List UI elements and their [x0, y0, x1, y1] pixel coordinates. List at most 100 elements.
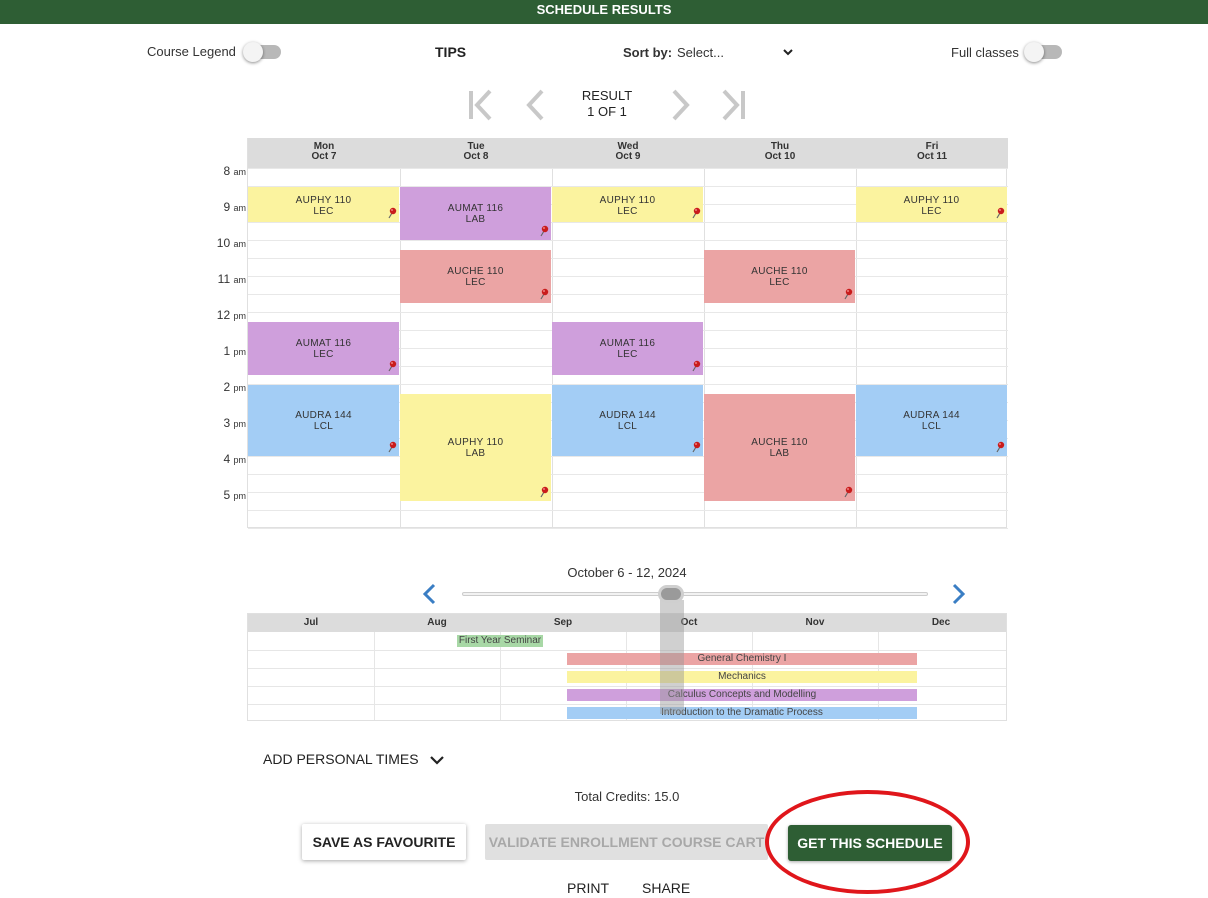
event-block[interactable]: AUPHY 110 LAB: [400, 394, 551, 501]
tips-link[interactable]: TIPS: [435, 44, 466, 60]
full-classes-toggle[interactable]: [1024, 42, 1062, 62]
pushpin-icon[interactable]: [995, 207, 1005, 219]
validate-enrollment-cart-button[interactable]: VALIDATE ENROLLMENT COURSE CART: [485, 824, 768, 860]
result-counter: RESULT 1 OF 1: [560, 88, 654, 120]
event-block[interactable]: AUPHY 110 LEC: [856, 187, 1007, 222]
timeline-course-bar[interactable]: Mechanics: [567, 671, 917, 683]
event-block[interactable]: AUDRA 144 LCL: [552, 385, 703, 456]
print-link[interactable]: PRINT: [567, 880, 609, 896]
grid-line: [248, 258, 1008, 259]
previous-result-button[interactable]: [520, 87, 552, 123]
hour-label: 5 pm: [223, 488, 246, 502]
week-slider-thumb[interactable]: [658, 585, 684, 603]
event-block[interactable]: AUMAT 116 LAB: [400, 187, 551, 240]
next-result-button[interactable]: [664, 87, 696, 123]
pushpin-icon[interactable]: [691, 441, 701, 453]
timeline-row-divider: [248, 686, 1006, 687]
timeline-course-bar[interactable]: Introduction to the Dramatic Process: [567, 707, 917, 719]
course-legend-toggle[interactable]: [243, 42, 281, 62]
pushpin-icon[interactable]: [691, 207, 701, 219]
event-block[interactable]: AUDRA 144 LCL: [856, 385, 1007, 456]
last-page-icon: [722, 89, 745, 121]
next-week-button[interactable]: [948, 582, 968, 606]
day-header-mon: Mon Oct 7: [311, 141, 337, 162]
pushpin-icon[interactable]: [843, 288, 853, 300]
hour-label: 8 am: [223, 164, 246, 178]
grid-line: [248, 492, 1008, 493]
previous-week-button[interactable]: [420, 582, 440, 606]
hour-label: 1 pm: [223, 344, 246, 358]
event-block[interactable]: AUMAT 116 LEC: [552, 322, 703, 375]
page-header: SCHEDULE RESULTS: [0, 0, 1208, 24]
full-classes-label: Full classes: [951, 45, 1019, 60]
pushpin-icon[interactable]: [387, 207, 397, 219]
day-header-tue: Tue Oct 8: [463, 141, 489, 162]
chevron-down-icon: [430, 756, 445, 765]
hour-label: 4 pm: [223, 452, 246, 466]
pushpin-icon[interactable]: [995, 441, 1005, 453]
save-as-favourite-button[interactable]: SAVE AS FAVOURITE: [302, 824, 466, 860]
chevron-left-icon: [526, 89, 544, 121]
grid-line: [248, 528, 1008, 529]
pushpin-icon[interactable]: [387, 360, 397, 372]
last-result-button[interactable]: [718, 87, 750, 123]
hour-label: 10 am: [216, 236, 246, 250]
month-label: Dec: [931, 617, 951, 628]
hour-label: 9 am: [223, 200, 246, 214]
page-title: SCHEDULE RESULTS: [536, 2, 672, 17]
grid-line: [248, 312, 1008, 313]
term-timeline: Jul Aug Sep Oct Nov Dec First Year Semin…: [247, 613, 1007, 721]
sort-label: Sort by:: [623, 45, 673, 60]
grid-line: [248, 222, 1008, 223]
grid-line: [248, 168, 1008, 169]
chevron-right-icon: [672, 89, 690, 121]
event-block[interactable]: AUCHE 110 LAB: [704, 394, 855, 501]
month-label: Nov: [805, 617, 825, 628]
month-label: Sep: [553, 617, 573, 628]
event-block[interactable]: AUCHE 110 LEC: [400, 250, 551, 303]
event-block[interactable]: AUPHY 110 LEC: [248, 187, 399, 222]
toggle-knob: [1024, 42, 1044, 62]
hour-label: 12 pm: [216, 308, 246, 322]
grid-line: [248, 510, 1008, 511]
week-indicator: [660, 600, 684, 714]
pushpin-icon[interactable]: [539, 486, 549, 498]
highlight-circle: [765, 790, 970, 894]
day-header-fri: Fri Oct 11: [916, 141, 948, 162]
hour-label: 3 pm: [223, 416, 246, 430]
grid-line: [248, 294, 1008, 295]
event-block[interactable]: AUMAT 116 LEC: [248, 322, 399, 375]
chevron-left-icon: [422, 583, 436, 605]
grid-line: [248, 240, 1008, 241]
add-personal-times-label: ADD PERSONAL TIMES: [263, 751, 419, 767]
grid-line: [248, 276, 1008, 277]
day-header-thu: Thu Oct 10: [764, 141, 796, 162]
day-header-wed: Wed Oct 9: [615, 141, 641, 162]
first-result-button[interactable]: [464, 87, 496, 123]
total-credits: Total Credits: 15.0: [574, 789, 680, 804]
sort-select-value: Select...: [677, 45, 724, 60]
calendar-header: Mon Oct 7 Tue Oct 8 Wed Oct 9 Thu Oct 10 Fri…: [248, 138, 1008, 168]
timeline-course-bar[interactable]: First Year Seminar: [457, 635, 543, 647]
course-legend-label: Course Legend: [147, 44, 236, 59]
grid-line: [248, 456, 1008, 457]
pushpin-icon[interactable]: [843, 486, 853, 498]
timeline-course-bar[interactable]: Calculus Concepts and Modelling: [567, 689, 917, 701]
timeline-col-divider: [374, 632, 375, 720]
pushpin-icon[interactable]: [691, 360, 701, 372]
event-block[interactable]: AUDRA 144 LCL: [248, 385, 399, 456]
week-slider-track[interactable]: [462, 592, 928, 596]
pushpin-icon[interactable]: [387, 441, 397, 453]
event-block[interactable]: AUPHY 110 LEC: [552, 187, 703, 222]
share-link[interactable]: SHARE: [642, 880, 690, 896]
event-block[interactable]: AUCHE 110 LEC: [704, 250, 855, 303]
pushpin-icon[interactable]: [539, 225, 549, 237]
sort-select[interactable]: Select...: [672, 43, 798, 63]
month-label: Jul: [303, 617, 319, 628]
timeline-course-bar[interactable]: General Chemistry I: [567, 653, 917, 665]
add-personal-times-toggle[interactable]: ADD PERSONAL TIMES: [263, 751, 445, 767]
result-index: 1 OF 1: [587, 104, 627, 119]
chevron-right-icon: [952, 583, 966, 605]
pushpin-icon[interactable]: [539, 288, 549, 300]
month-label: Aug: [427, 617, 447, 628]
